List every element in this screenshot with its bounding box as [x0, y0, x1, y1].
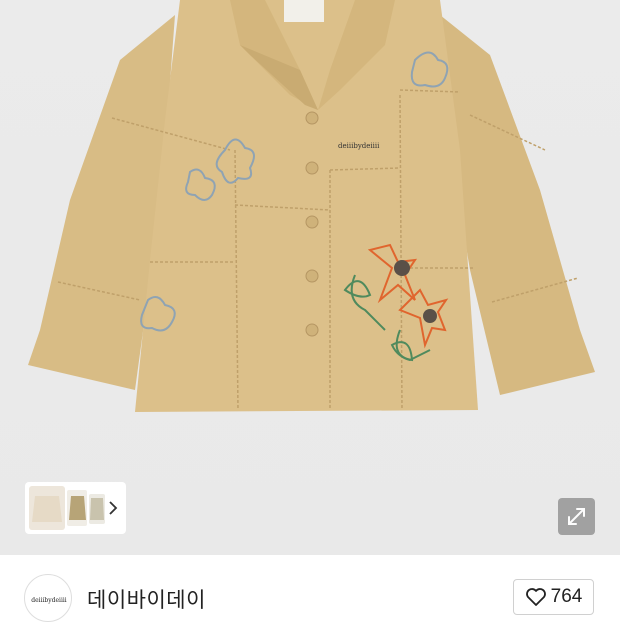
thumbnail-images[interactable] — [29, 486, 109, 530]
chevron-right-icon[interactable] — [107, 496, 119, 520]
expand-arrows-icon — [568, 508, 585, 525]
expand-image-button[interactable] — [558, 498, 595, 535]
like-button[interactable]: 764 — [513, 579, 594, 615]
product-image-area: deiiibydeiiii — [0, 0, 620, 555]
product-image[interactable]: deiiibydeiiii — [0, 0, 620, 555]
jacket-embroidered-label: deiiibydeiiii — [338, 142, 380, 150]
heart-outline-icon — [525, 588, 546, 606]
thumbnail-strip[interactable] — [25, 482, 126, 534]
store-name[interactable]: 데이바이데이 — [87, 584, 206, 614]
store-logo[interactable]: deiiibydeiiii — [24, 574, 72, 622]
jacket-body — [135, 0, 478, 412]
store-logo-image: deiiibydeiiii — [31, 597, 67, 604]
svg-text:deiiibydeiiii: deiiibydeiiii — [31, 597, 67, 604]
like-count: 764 — [550, 586, 583, 607]
